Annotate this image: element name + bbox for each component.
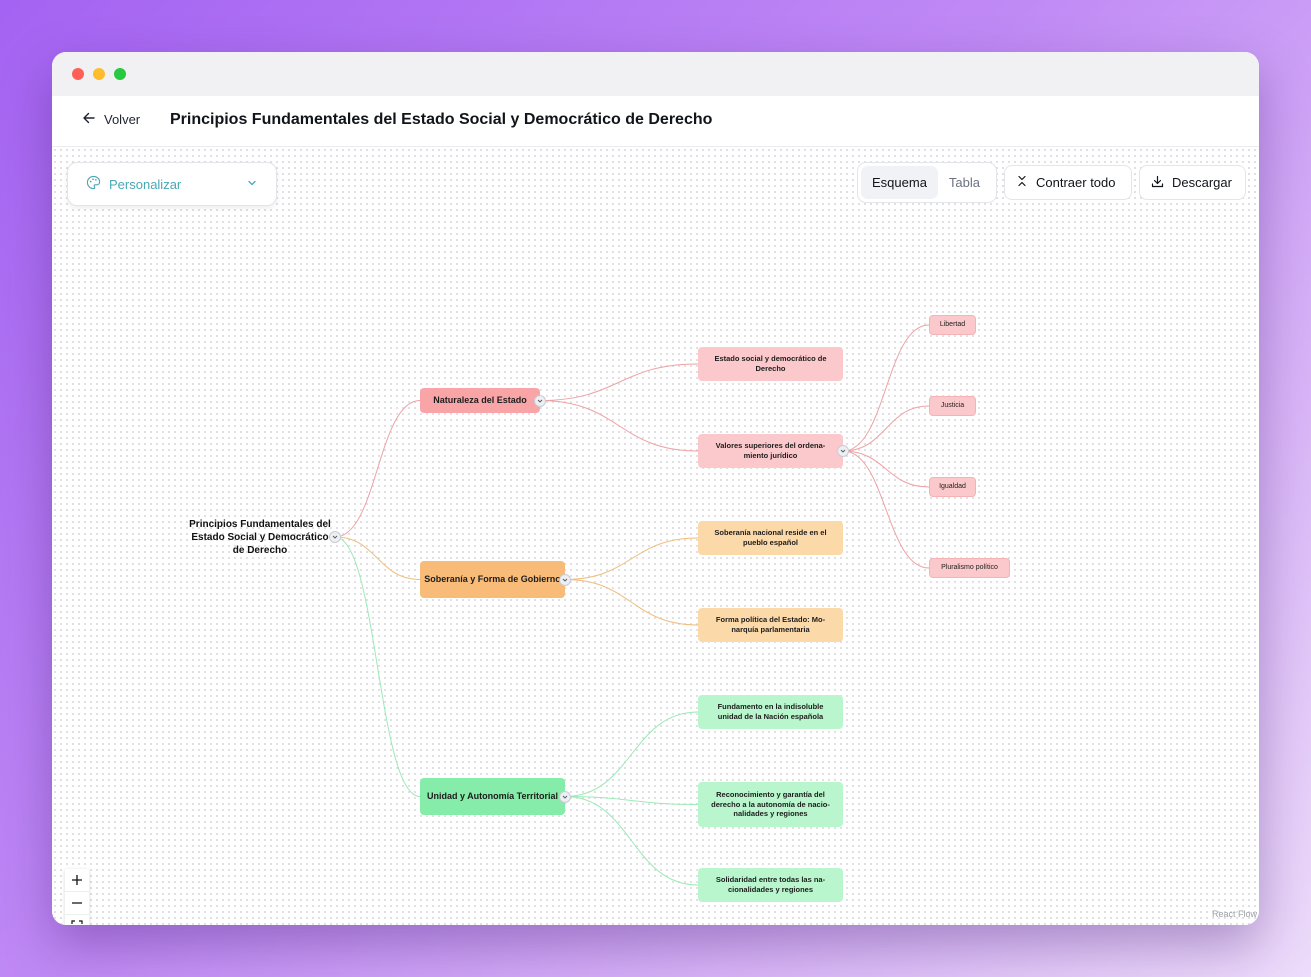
subtopic-node[interactable]: Valores superiores del ordena-miento jur…	[698, 434, 843, 468]
mindmap-edge	[842, 450, 930, 488]
chevron-down-icon	[537, 399, 543, 403]
back-button[interactable]: Volver	[82, 111, 140, 128]
mindmap-edge	[564, 537, 699, 580]
fit-view-icon	[71, 920, 83, 924]
tab-esquema[interactable]: Esquema	[861, 166, 938, 199]
download-button[interactable]: Descargar	[1139, 165, 1246, 200]
collapse-all-button[interactable]: Contraer todo	[1004, 165, 1132, 200]
fit-view-button[interactable]	[65, 915, 89, 925]
branch-node-naturaleza-del-estado[interactable]: Naturaleza del Estado	[420, 388, 540, 413]
subtopic-node[interactable]: Estado social y democrático de Derecho	[698, 347, 843, 381]
collapse-label: Contraer todo	[1036, 175, 1116, 190]
download-label: Descargar	[1172, 175, 1232, 190]
branch-node-toggle[interactable]	[534, 394, 546, 407]
subtopic-node[interactable]: Fundamento en la indisoluble unidad de l…	[698, 695, 843, 729]
page-header: Volver Principios Fundamentales del Esta…	[52, 96, 1259, 147]
personalizar-dropdown[interactable]: Personalizar	[67, 162, 277, 206]
arrow-left-icon	[82, 111, 96, 128]
mindmap-edge	[539, 363, 699, 401]
subtopic-node[interactable]: Forma política del Estado: Mo-narquía pa…	[698, 608, 843, 642]
mindmap-edge	[564, 711, 699, 797]
close-window-button[interactable]	[72, 68, 84, 80]
mindmap-edge	[334, 536, 421, 797]
mindmap-edge	[842, 405, 930, 452]
mindmap-edge	[564, 796, 699, 805]
subtopic-node[interactable]: Solidaridad entre todas las na-cionalida…	[698, 868, 843, 902]
mindmap-edge	[564, 796, 699, 886]
window-titlebar	[52, 52, 1259, 96]
back-label: Volver	[104, 112, 141, 127]
leaf-node-justicia[interactable]: Justicia	[929, 396, 976, 416]
subtopic-node[interactable]: Soberanía nacional reside en el pueblo e…	[698, 521, 843, 555]
react-flow-attribution[interactable]: React Flow	[1212, 909, 1257, 919]
personalizar-label: Personalizar	[109, 176, 182, 192]
leaf-node-igualdad[interactable]: Igualdad	[929, 477, 976, 497]
mindmap-edge	[564, 579, 699, 626]
chevron-down-icon	[562, 578, 568, 582]
chevron-down-icon	[332, 535, 338, 539]
mindmap-canvas[interactable]: Principios Fundamentales del Estado Soci…	[52, 147, 1259, 925]
subtopic-node[interactable]: Reconocimiento y garantía del derecho a …	[698, 782, 843, 827]
plus-icon	[72, 875, 82, 885]
chevron-down-icon	[840, 449, 846, 453]
collapse-icon	[1016, 175, 1028, 190]
minimize-window-button[interactable]	[93, 68, 105, 80]
zoom-out-button[interactable]	[65, 892, 89, 915]
mindmap-edge	[334, 400, 421, 538]
chevron-down-icon	[246, 177, 258, 192]
zoom-in-button[interactable]	[65, 869, 89, 892]
zoom-controls	[65, 869, 89, 925]
leaf-node-libertad[interactable]: Libertad	[929, 315, 976, 335]
root-node[interactable]: Principios Fundamentales del Estado Soci…	[185, 517, 335, 557]
minus-icon	[72, 902, 82, 904]
tab-tabla[interactable]: Tabla	[938, 166, 991, 199]
maximize-window-button[interactable]	[114, 68, 126, 80]
palette-icon	[86, 175, 101, 193]
app-window: Volver Principios Fundamentales del Esta…	[52, 52, 1259, 925]
page-title: Principios Fundamentales del Estado Soci…	[170, 111, 713, 128]
branch-node-soberania-y-forma-de-gobierno[interactable]: Soberanía y Forma de Gobierno	[420, 561, 565, 598]
download-icon	[1151, 175, 1164, 191]
subtopic-node-toggle[interactable]	[837, 445, 849, 457]
mindmap-edge	[842, 324, 930, 452]
branch-node-toggle[interactable]	[559, 790, 571, 803]
chevron-down-icon	[562, 795, 568, 799]
view-toggle: Esquema Tabla	[857, 162, 997, 203]
root-node-toggle[interactable]	[329, 531, 341, 543]
branch-node-toggle[interactable]	[559, 573, 571, 586]
mindmap-edge	[334, 536, 421, 580]
branch-node-unidad-y-autonomia-territorial[interactable]: Unidad y Autonomía Territorial	[420, 778, 565, 815]
leaf-node-pluralismo-politico[interactable]: Pluralismo político	[929, 558, 1010, 578]
mindmap-edge	[539, 400, 699, 452]
